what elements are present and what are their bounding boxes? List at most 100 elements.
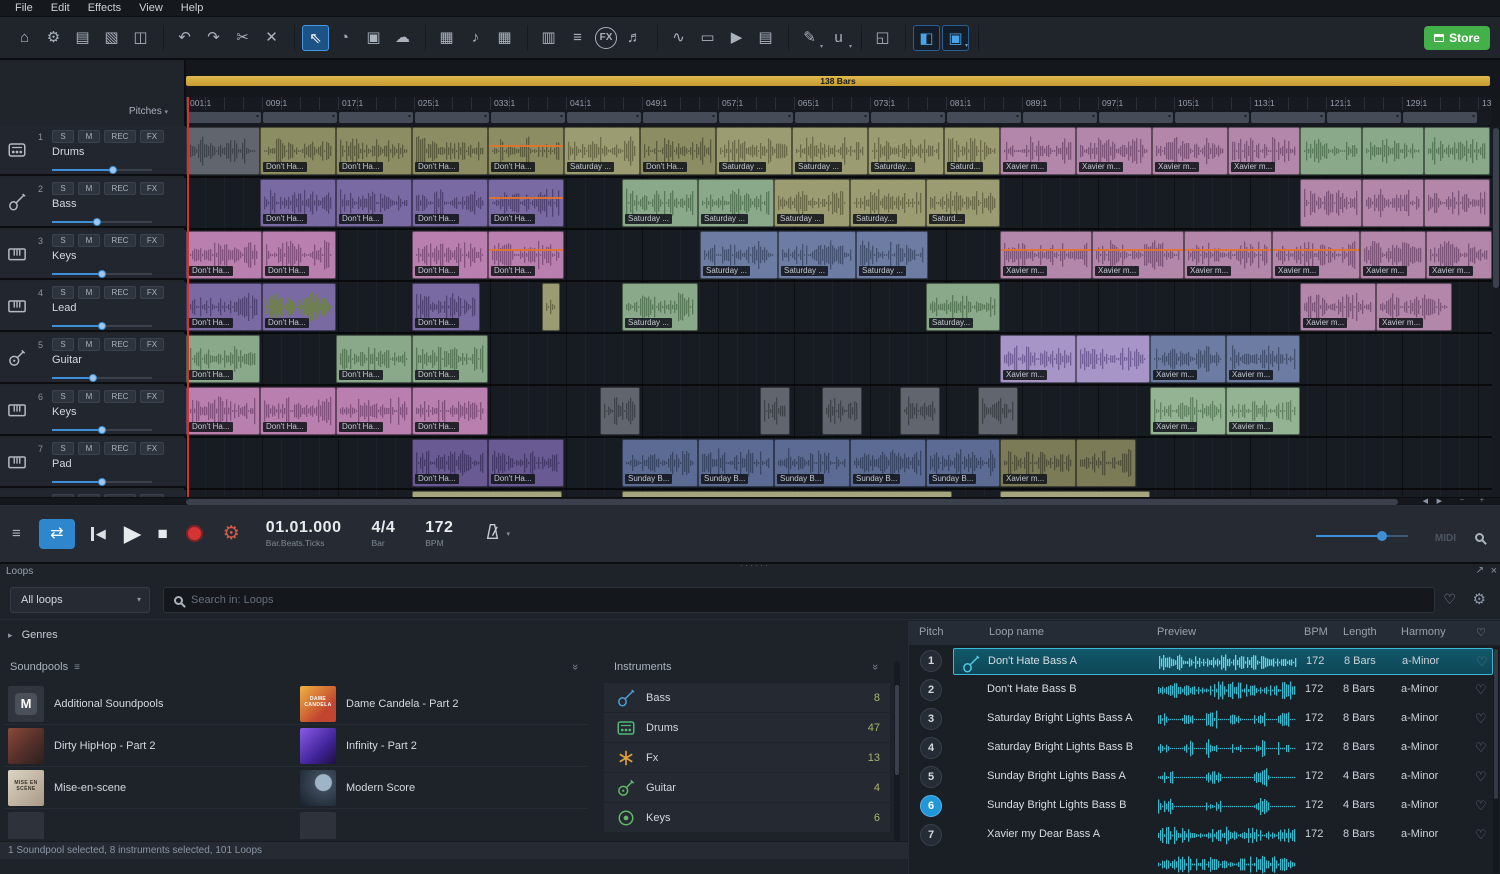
- chevron-down-icon[interactable]: ▾: [1168, 114, 1171, 121]
- audio-clip[interactable]: Saturd...: [944, 127, 1000, 175]
- audio-clip[interactable]: Saturday ...: [774, 179, 850, 227]
- metronome-icon[interactable]: [483, 522, 502, 546]
- timeline-ruler[interactable]: 001:1009:1017:1025:1033:1041:1049:1057:1…: [186, 97, 1492, 110]
- fx-button-track-1[interactable]: FX: [140, 130, 164, 143]
- effects-icon[interactable]: FX: [595, 27, 617, 49]
- col-preview[interactable]: Preview: [1157, 626, 1196, 638]
- loops-settings-gear-icon[interactable]: ⚙: [1473, 590, 1486, 608]
- audio-clip[interactable]: Sunday B...: [774, 439, 850, 487]
- audio-clip[interactable]: Don't Ha...: [260, 127, 336, 175]
- audio-clip[interactable]: [1076, 439, 1136, 487]
- select-tool-icon[interactable]: ⇖: [302, 25, 329, 51]
- audio-clip[interactable]: Xavier m...: [1000, 439, 1076, 487]
- loop-preview-waveform[interactable]: [1157, 825, 1297, 851]
- scrollbar-thumb[interactable]: [895, 685, 899, 775]
- piano-editor-icon[interactable]: ▥: [535, 25, 562, 51]
- audio-clip[interactable]: Saturday ...: [716, 127, 792, 175]
- record-button-track-1[interactable]: REC: [104, 130, 136, 143]
- instruments-filter-icon[interactable]: »: [869, 664, 881, 670]
- soundpool-item-dirty-hiphop-part-2[interactable]: Dirty HipHop - Part 2: [4, 725, 296, 767]
- scroll-left-icon[interactable]: ◀: [1423, 497, 1428, 505]
- menu-item-view[interactable]: View: [130, 2, 172, 14]
- object-tool-icon[interactable]: ▣: [360, 25, 387, 51]
- section-header-cell[interactable]: ▾: [871, 112, 945, 123]
- record-button-track-2[interactable]: REC: [104, 182, 136, 195]
- screen-layout-icon[interactable]: ◱: [869, 25, 896, 51]
- audio-clip[interactable]: [600, 387, 640, 435]
- play-button[interactable]: ▶: [124, 520, 142, 547]
- audio-library-icon[interactable]: ♪: [462, 25, 489, 51]
- pitches-control[interactable]: Pitches ▾: [129, 106, 168, 117]
- menu-item-effects[interactable]: Effects: [79, 2, 130, 14]
- chevron-down-icon[interactable]: ▾: [1320, 114, 1323, 121]
- solo-button-track-3[interactable]: S: [52, 234, 74, 247]
- wave-editor-icon[interactable]: ∿: [665, 25, 692, 51]
- fx-button-track-7[interactable]: FX: [140, 442, 164, 455]
- audio-clip[interactable]: [1300, 179, 1362, 227]
- audio-clip[interactable]: Sunday B...: [926, 439, 1000, 487]
- panel-toggle-icon[interactable]: ▣▾: [942, 25, 969, 51]
- bpm-display[interactable]: 172 BPM: [425, 519, 453, 548]
- track-lane-7[interactable]: Don't Ha...Don't Ha...Sunday B...Sunday …: [186, 438, 1492, 488]
- clips-area[interactable]: Don't Ha...Don't Ha...Don't Ha...Don't H…: [186, 126, 1492, 497]
- audio-clip[interactable]: Saturday ...: [856, 231, 928, 279]
- loop-preview-waveform[interactable]: [1157, 680, 1297, 706]
- audio-clip[interactable]: Don't Ha...: [336, 179, 412, 227]
- soundpools-filter-icon[interactable]: »: [569, 664, 581, 670]
- audio-clip[interactable]: Saturday ...: [622, 179, 698, 227]
- loop-preview-waveform[interactable]: [1157, 767, 1297, 793]
- loop-row-don-t-hate-bass-a[interactable]: 1Don't Hate Bass A1728 Barsa-Minor♡: [909, 647, 1500, 676]
- track-lane-8[interactable]: [186, 490, 1492, 497]
- section-header-cell[interactable]: ▾: [643, 112, 717, 123]
- loop-preview-waveform[interactable]: [1157, 796, 1297, 822]
- audio-clip[interactable]: Xavier m...: [1000, 231, 1092, 279]
- section-header-cell[interactable]: ▾: [1175, 112, 1249, 123]
- track-lane-4[interactable]: Don't Ha...Don't Ha...Don't Ha...Saturda…: [186, 282, 1492, 332]
- soundpool-item-modern-score[interactable]: Modern Score: [296, 767, 588, 809]
- volume-slider-track-4[interactable]: [52, 322, 152, 330]
- chevron-down-icon[interactable]: ▾: [788, 114, 791, 121]
- audio-clip[interactable]: Saturday...: [868, 127, 944, 175]
- instrument-item-drums[interactable]: Drums47: [604, 713, 890, 742]
- undo-icon[interactable]: ↶: [171, 25, 198, 51]
- volume-slider-track-1[interactable]: [52, 166, 152, 174]
- template-library-icon[interactable]: ▦: [491, 25, 518, 51]
- pitch-button-7[interactable]: 7: [920, 824, 942, 846]
- soundpools-scrollbar[interactable]: [894, 661, 900, 841]
- audio-clip[interactable]: Sunday B...: [698, 439, 774, 487]
- audio-clip[interactable]: Don't Ha...: [412, 283, 480, 331]
- audio-clip[interactable]: [542, 283, 560, 331]
- audio-clip[interactable]: Don't Ha...: [186, 231, 262, 279]
- chevron-down-icon[interactable]: ▾: [408, 114, 411, 121]
- audio-clip[interactable]: [900, 387, 940, 435]
- instrument-item-fx[interactable]: Fx13: [604, 743, 890, 772]
- audio-clip[interactable]: Saturday ...: [792, 127, 868, 175]
- audio-clip[interactable]: Don't Ha...: [262, 283, 336, 331]
- audio-clip[interactable]: Saturday ...: [698, 179, 774, 227]
- audio-clip[interactable]: Xavier m...: [1228, 127, 1300, 175]
- draw-tool-icon[interactable]: ◔: [331, 25, 358, 51]
- section-header-cell[interactable]: ▾: [795, 112, 869, 123]
- pitch-button-1[interactable]: 1: [920, 650, 942, 672]
- audio-clip[interactable]: [1362, 179, 1424, 227]
- loop-row-body[interactable]: Don't Hate Bass B1728 Barsa-Minor♡: [953, 677, 1493, 704]
- col-favorite-heart-icon[interactable]: ♡: [1476, 626, 1486, 639]
- playhead[interactable]: [187, 97, 189, 497]
- audio-clip[interactable]: Saturday...: [850, 179, 926, 227]
- chevron-down-icon[interactable]: ▾: [1016, 114, 1019, 121]
- audio-clip[interactable]: [1362, 127, 1424, 175]
- col-bpm[interactable]: BPM: [1304, 626, 1328, 638]
- loop-row-body[interactable]: Saturday Bright Lights Bass A1728 Barsa-…: [953, 706, 1493, 733]
- track-lane-1[interactable]: Don't Ha...Don't Ha...Don't Ha...Don't H…: [186, 126, 1492, 176]
- section-header-cell[interactable]: ▾: [491, 112, 565, 123]
- chevron-down-icon[interactable]: ▾: [484, 114, 487, 121]
- audio-clip[interactable]: Don't Ha...: [412, 439, 488, 487]
- audio-clip[interactable]: Don't Ha...: [186, 283, 262, 331]
- audio-clip[interactable]: [1300, 127, 1362, 175]
- marker-tool-icon[interactable]: ✎▾: [796, 25, 823, 51]
- track-lane-2[interactable]: Don't Ha...Don't Ha...Don't Ha...Don't H…: [186, 178, 1492, 228]
- volume-slider-track-7[interactable]: [52, 478, 152, 486]
- overview-bar[interactable]: 138 Bars: [186, 76, 1490, 86]
- chevron-down-icon[interactable]: ▾: [332, 114, 335, 121]
- loop-row-don-t-hate-bass-b[interactable]: 2Don't Hate Bass B1728 Barsa-Minor♡: [909, 676, 1500, 705]
